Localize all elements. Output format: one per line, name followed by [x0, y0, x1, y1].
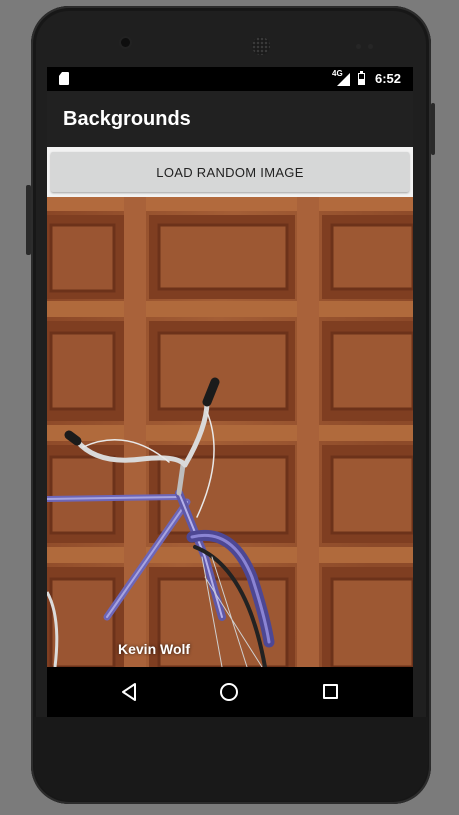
device-screen: 4G 6:52 Backgrounds LOAD RANDOM IMAGE Ke…	[47, 67, 413, 717]
signal-icon	[337, 73, 350, 86]
background-image: Kevin Wolf	[47, 197, 413, 667]
front-camera	[121, 38, 130, 47]
recent-apps-icon[interactable]	[323, 684, 338, 699]
garage-door-bicycle-illustration	[47, 197, 413, 667]
proximity-sensor	[356, 44, 361, 49]
back-icon[interactable]	[120, 683, 138, 701]
phone-chin	[34, 717, 428, 801]
status-bar: 4G 6:52	[47, 67, 413, 91]
clock: 6:52	[375, 71, 402, 86]
power-button	[431, 103, 435, 155]
navigation-bar	[47, 667, 413, 717]
author-name: Kevin Wolf	[118, 641, 191, 657]
volume-button	[26, 185, 31, 255]
load-random-image-button[interactable]: LOAD RANDOM IMAGE	[51, 152, 409, 192]
page-title: Backgrounds	[63, 108, 191, 130]
app-bar: Backgrounds	[47, 91, 413, 147]
sd-card-icon	[59, 72, 69, 85]
battery-icon	[358, 71, 365, 85]
earpiece-speaker	[252, 37, 270, 55]
light-sensor	[368, 44, 373, 49]
home-icon[interactable]	[220, 683, 238, 701]
